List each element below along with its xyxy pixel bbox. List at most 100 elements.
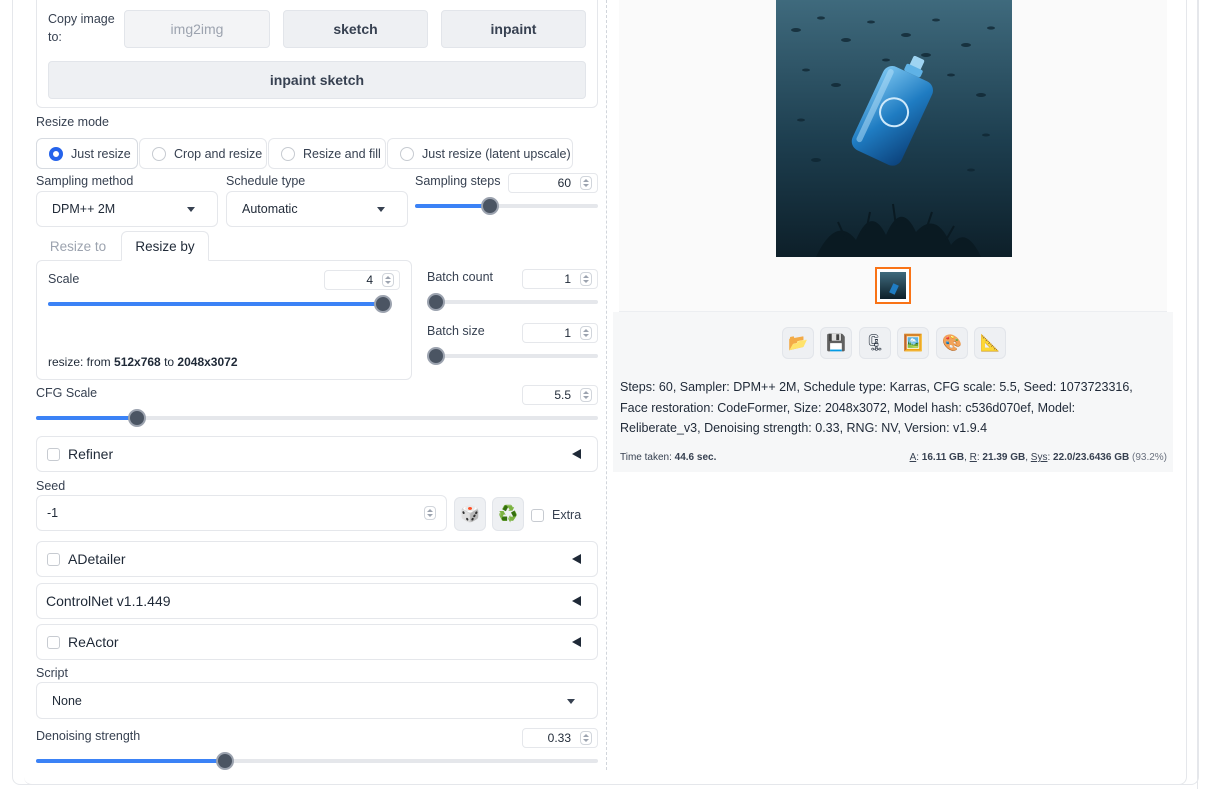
seed-input[interactable]: -1: [36, 495, 447, 531]
collapse-arrow-icon[interactable]: [572, 449, 581, 459]
ruler-icon: 📐: [980, 335, 1000, 352]
time-taken: Time taken: 44.6 sec.: [620, 452, 716, 463]
sampling-steps-slider[interactable]: [415, 197, 598, 215]
radio-latent-upscale[interactable]: Just resize (latent upscale): [387, 138, 573, 169]
adetailer-checkbox[interactable]: [47, 552, 60, 566]
stepper-icon[interactable]: [580, 176, 592, 190]
denoising-strength-slider[interactable]: [36, 752, 598, 770]
stepper-icon[interactable]: [580, 731, 592, 745]
script-value: None: [52, 693, 82, 708]
radio-dot: [49, 146, 63, 161]
collapse-arrow-icon[interactable]: [572, 637, 581, 647]
batch-count-value: 1: [564, 272, 571, 286]
radio-dot: [281, 146, 295, 161]
scale-value: 4: [366, 273, 373, 287]
radio-dot: [400, 146, 414, 161]
reuse-seed-button[interactable]: ♻️: [492, 497, 524, 531]
scale-slider[interactable]: [48, 295, 392, 313]
folder-icon: 📂: [788, 335, 808, 352]
refiner-label: Refiner: [68, 446, 114, 462]
extra-checkbox-wrap[interactable]: Extra: [531, 508, 581, 522]
copy-to-inpaint-sketch-button[interactable]: inpaint sketch: [48, 61, 586, 99]
gallery-thumbnail[interactable]: [875, 267, 911, 304]
cfg-scale-slider[interactable]: [36, 409, 598, 427]
tab-resize-to[interactable]: Resize to: [40, 232, 116, 260]
time-taken-label: Time taken:: [620, 452, 675, 463]
resize-to-word: to: [160, 355, 178, 369]
column-divider: [606, 0, 607, 770]
slider-thumb[interactable]: [427, 293, 445, 311]
chevron-down-icon: [187, 207, 195, 212]
adetailer-label: ADetailer: [68, 551, 126, 567]
sampling-method-label: Sampling method: [36, 174, 134, 188]
copy-to-img2img-button[interactable]: img2img: [124, 10, 270, 48]
batch-count-label: Batch count: [427, 270, 494, 284]
radio-resize-and-fill[interactable]: Resize and fill: [268, 138, 386, 169]
slider-thumb[interactable]: [215, 752, 234, 770]
batch-size-slider[interactable]: [427, 347, 598, 365]
seed-label: Seed: [36, 479, 66, 493]
radio-just-resize[interactable]: Just resize: [36, 138, 138, 169]
schedule-type-value: Automatic: [242, 202, 298, 216]
extra-checkbox[interactable]: [531, 508, 544, 522]
palette-icon: 🎨: [942, 335, 962, 352]
time-taken-value: 44.6 sec.: [674, 452, 717, 463]
radio-crop-and-resize[interactable]: Crop and resize: [139, 138, 267, 169]
sampling-method-dropdown[interactable]: DPM++ 2M: [36, 191, 218, 227]
radio-label: Resize and fill: [303, 146, 381, 161]
controlnet-accordion[interactable]: ControlNet v1.1.449: [36, 583, 598, 619]
collapse-arrow-icon[interactable]: [572, 554, 581, 564]
batch-count-input[interactable]: 1: [522, 269, 598, 289]
scale-input[interactable]: 4: [324, 270, 400, 290]
mem-r-label: R: [969, 452, 977, 463]
reactor-checkbox[interactable]: [47, 635, 60, 649]
mem-r-value: 21.39 GB: [982, 452, 1026, 463]
copy-to-sketch-button[interactable]: sketch: [283, 10, 428, 48]
generation-info-text: Steps: 60, Sampler: DPM++ 2M, Schedule t…: [620, 380, 1133, 435]
radio-label: Crop and resize: [174, 146, 263, 161]
open-folder-button[interactable]: 📂: [782, 327, 814, 359]
stepper-icon[interactable]: [580, 272, 592, 286]
send-to-inpaint-button[interactable]: 🎨: [936, 327, 968, 359]
resize-to: 2048x3072: [177, 355, 238, 369]
batch-count-slider[interactable]: [427, 293, 598, 311]
resize-info-prefix: resize: from: [48, 355, 115, 369]
collapse-arrow-icon[interactable]: [572, 596, 581, 606]
batch-size-label: Batch size: [427, 324, 485, 338]
refiner-accordion[interactable]: Refiner: [36, 436, 598, 472]
schedule-type-dropdown[interactable]: Automatic: [226, 191, 408, 227]
stepper-icon[interactable]: [382, 273, 394, 287]
copy-to-inpaint-button[interactable]: inpaint: [441, 10, 586, 48]
sampling-steps-value: 60: [557, 176, 571, 190]
send-to-img2img-button[interactable]: 🖼️: [897, 327, 929, 359]
refiner-checkbox[interactable]: [47, 447, 60, 461]
output-image[interactable]: [776, 0, 1012, 257]
tab-resize-by[interactable]: Resize by: [121, 231, 209, 261]
adetailer-accordion[interactable]: ADetailer: [36, 541, 598, 577]
slider-thumb[interactable]: [374, 295, 392, 313]
slider-thumb[interactable]: [427, 347, 445, 365]
radio-label: Just resize (latent upscale): [422, 146, 571, 161]
image-icon: 🖼️: [903, 335, 923, 352]
save-button[interactable]: 💾: [820, 327, 852, 359]
send-to-extras-button[interactable]: 📐: [974, 327, 1006, 359]
sampling-steps-input[interactable]: 60: [508, 173, 598, 193]
random-seed-button[interactable]: 🎲: [454, 497, 486, 531]
stepper-icon[interactable]: [580, 388, 592, 402]
slider-thumb[interactable]: [481, 197, 499, 215]
cfg-scale-input[interactable]: 5.5: [522, 385, 598, 405]
script-dropdown[interactable]: None: [36, 682, 598, 719]
batch-size-input[interactable]: 1: [522, 323, 598, 343]
stepper-icon[interactable]: [424, 506, 436, 520]
stepper-icon[interactable]: [580, 326, 592, 340]
batch-size-value: 1: [564, 326, 571, 340]
seed-value: -1: [47, 506, 59, 520]
bottle-underwater-image: [776, 0, 1012, 257]
schedule-type-label: Schedule type: [226, 174, 306, 188]
chevron-down-icon: [567, 698, 575, 704]
denoising-strength-input[interactable]: 0.33: [522, 728, 598, 748]
scale-label: Scale: [48, 272, 80, 286]
controlnet-label: ControlNet v1.1.449: [46, 593, 171, 609]
zip-button[interactable]: 🗜: [859, 327, 891, 359]
reactor-accordion[interactable]: ReActor: [36, 624, 598, 660]
